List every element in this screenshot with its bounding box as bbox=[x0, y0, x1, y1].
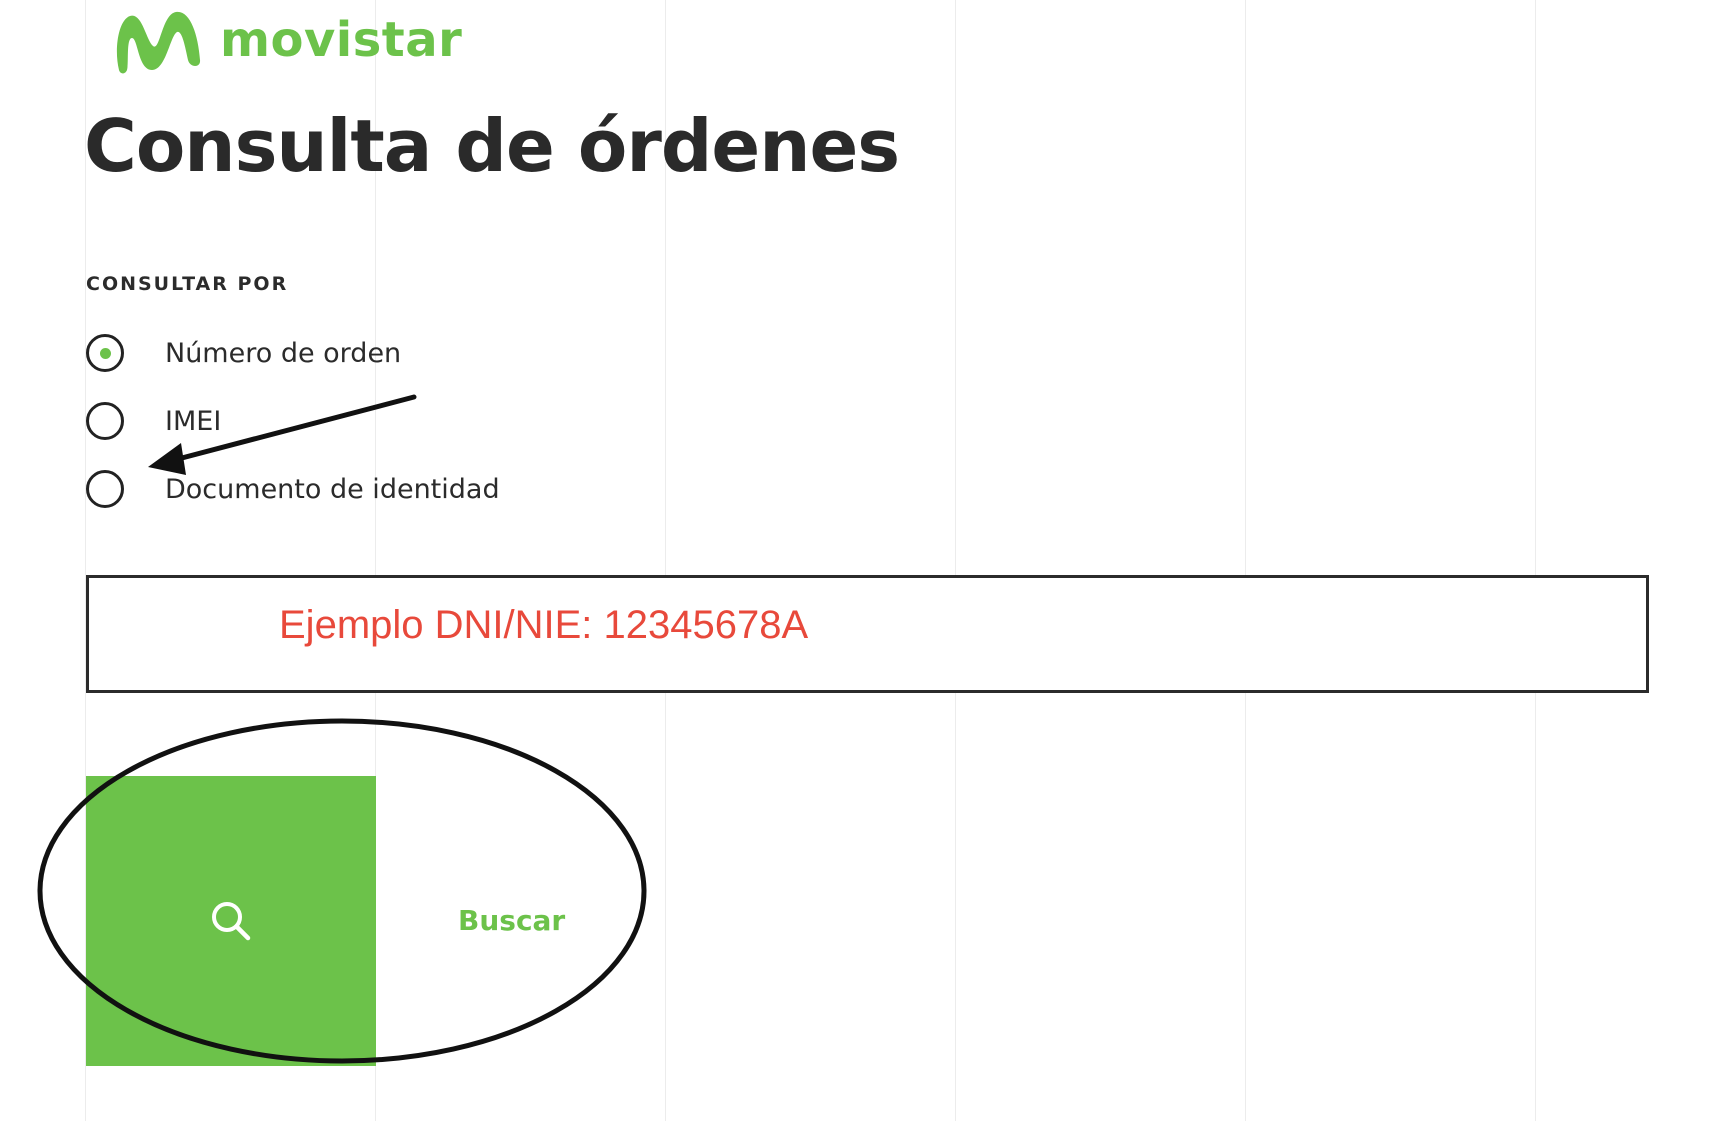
radio-label: IMEI bbox=[165, 405, 222, 437]
grid-line bbox=[1535, 0, 1536, 1121]
search-input-container[interactable] bbox=[86, 569, 1649, 693]
radio-option-imei[interactable]: IMEI bbox=[86, 402, 221, 440]
radio-label: Número de orden bbox=[165, 337, 402, 369]
page-title: Consulta de órdenes bbox=[84, 104, 900, 188]
radio-option-numero-de-orden[interactable]: Número de orden bbox=[86, 334, 401, 372]
radio-button-checked[interactable] bbox=[86, 334, 124, 372]
section-label: CONSULTAR POR bbox=[86, 273, 289, 295]
search-input[interactable] bbox=[89, 569, 1646, 681]
search-icon bbox=[212, 902, 251, 941]
search-button[interactable] bbox=[86, 776, 376, 1066]
radio-button[interactable] bbox=[86, 402, 124, 440]
brand-name: movistar bbox=[220, 12, 463, 68]
radio-button[interactable] bbox=[86, 470, 124, 508]
movistar-logo[interactable]: movistar bbox=[110, 4, 462, 76]
radio-label: Documento de identidad bbox=[165, 473, 500, 505]
search-button-label[interactable]: Buscar bbox=[458, 904, 565, 937]
grid-line bbox=[955, 0, 956, 1121]
grid-line bbox=[1245, 0, 1246, 1121]
movistar-m-icon bbox=[116, 11, 201, 74]
radio-option-documento-de-identidad[interactable]: Documento de identidad bbox=[86, 470, 500, 508]
